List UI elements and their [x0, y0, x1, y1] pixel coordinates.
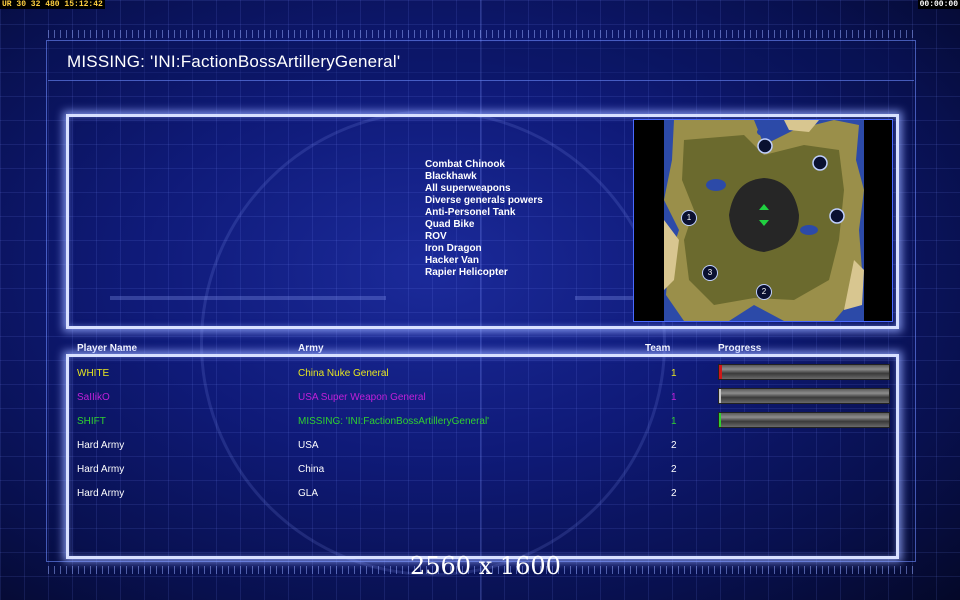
player-name: SHIFT — [77, 416, 106, 427]
game-timer: 00:00:00 — [917, 0, 960, 9]
player-row: Hard Army China 2 — [0, 464, 960, 488]
player-name: SaIIikO — [77, 392, 110, 403]
column-header-army: Army — [298, 343, 324, 354]
unit-item: Hacker Van — [425, 255, 479, 266]
page-title: MISSING: 'INI:FactionBossArtilleryGenera… — [67, 52, 401, 71]
player-name: Hard Army — [77, 440, 125, 451]
player-name: Hard Army — [77, 464, 125, 475]
player-army: USA Super Weapon General — [298, 392, 426, 403]
map-preview: 1 2 3 — [633, 119, 893, 322]
progress-fill — [719, 413, 722, 427]
unit-list: Combat Chinook Blackhawk All superweapon… — [425, 159, 543, 279]
column-header-progress: Progress — [718, 343, 762, 354]
player-army: MISSING: 'INI:FactionBossArtilleryGenera… — [298, 416, 490, 427]
player-team: 1 — [671, 368, 677, 379]
progress-fill — [719, 389, 722, 403]
start-marker-1[interactable]: 1 — [681, 210, 697, 226]
start-marker-3[interactable]: 3 — [702, 265, 718, 281]
hud-left-text: UR 30 32 480 15:12:42 — [2, 0, 103, 9]
player-row: Hard Army USA 2 — [0, 440, 960, 464]
fps-counter: UR 30 32 480 15:12:42 — [0, 0, 105, 9]
player-team: 1 — [671, 392, 677, 403]
unit-item: Blackhawk — [425, 171, 477, 182]
player-row: SHIFT MISSING: 'INI:FactionBossArtillery… — [0, 412, 960, 440]
player-army: GLA — [298, 488, 319, 499]
player-army: China Nuke General — [298, 368, 389, 379]
player-name: WHITE — [77, 368, 110, 379]
unit-item: Iron Dragon — [425, 243, 482, 254]
unit-item: Quad Bike — [425, 219, 475, 230]
player-team: 2 — [671, 488, 677, 499]
player-row: Hard Army GLA 2 — [0, 488, 960, 512]
player-army: USA — [298, 440, 319, 451]
unit-item: Anti-Personel Tank — [425, 207, 516, 218]
player-team: 2 — [671, 440, 677, 451]
unit-item: Diverse generals powers — [425, 195, 543, 206]
progress-bar — [718, 412, 890, 428]
progress-bar — [718, 388, 890, 404]
top-ruler — [48, 30, 916, 38]
player-team: 1 — [671, 416, 677, 427]
unit-item: Combat Chinook — [425, 159, 505, 170]
start-marker-2[interactable]: 2 — [756, 284, 772, 300]
unit-item: ROV — [425, 231, 447, 242]
progress-bar — [718, 364, 890, 380]
player-team: 2 — [671, 464, 677, 475]
progress-fill — [719, 365, 723, 379]
player-name: Hard Army — [77, 488, 125, 499]
column-header-player-name: Player Name — [77, 343, 138, 354]
hud-right-text: 00:00:00 — [919, 0, 958, 9]
unit-item: Rapier Helicopter — [425, 267, 508, 278]
column-header-team: Team — [645, 343, 671, 354]
unit-item: All superweapons — [425, 183, 511, 194]
player-army: China — [298, 464, 325, 475]
resolution-label: 2560 x 1600 — [410, 552, 561, 580]
